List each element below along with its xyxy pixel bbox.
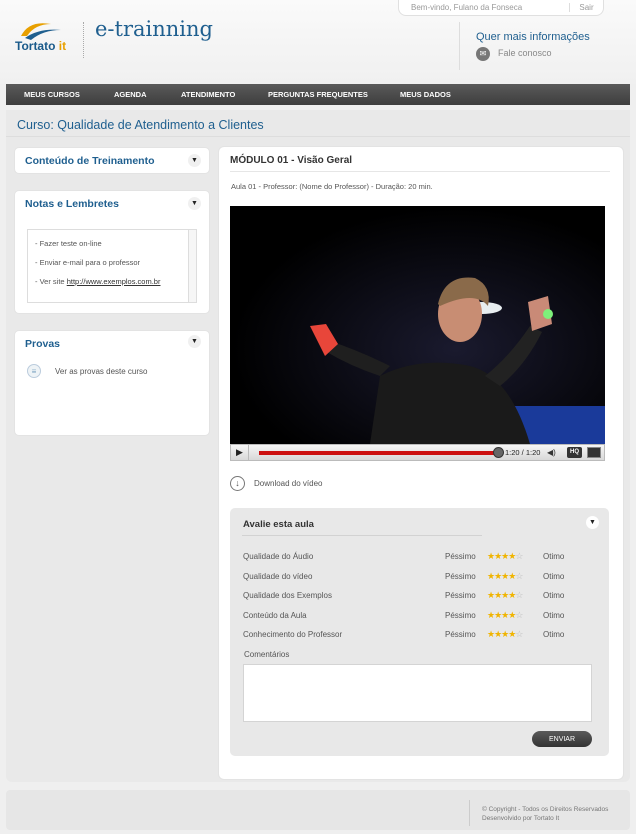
hq-button[interactable]: HQ bbox=[567, 447, 582, 458]
criterion-label: Qualidade do Áudio bbox=[243, 552, 314, 561]
rating-row: Qualidade do vídeo Péssimo ★★★★☆ Otimo bbox=[243, 571, 603, 584]
info-divider bbox=[459, 22, 460, 70]
time-display: 1:20 / 1:20 bbox=[505, 448, 541, 457]
nav-item-meus-cursos[interactable]: MEUS CURSOS bbox=[24, 90, 80, 99]
star-icon[interactable]: ☆ bbox=[515, 590, 523, 600]
exams-title: Provas bbox=[25, 338, 61, 350]
send-button[interactable]: ENVIAR bbox=[532, 731, 592, 747]
seek-handle[interactable] bbox=[493, 447, 504, 458]
low-label: Péssimo bbox=[445, 591, 476, 600]
high-label: Otimo bbox=[543, 630, 565, 639]
seek-progress bbox=[259, 451, 499, 455]
course-divider bbox=[6, 136, 630, 137]
criterion-label: Conteúdo da Aula bbox=[243, 611, 307, 620]
rating-divider bbox=[242, 535, 482, 536]
nav-item-perguntas-frequentes[interactable]: PERGUNTAS FREQUENTES bbox=[268, 90, 368, 99]
copyright: © Copyright - Todos os Direitos Reservad… bbox=[482, 806, 609, 813]
video-frame[interactable] bbox=[230, 206, 605, 444]
comments-field[interactable] bbox=[243, 664, 592, 722]
notes-title: Notas e Lembretes bbox=[25, 198, 119, 210]
video-controls: ▶ 1:20 / 1:20 ◀) HQ bbox=[230, 444, 605, 461]
note-site-prefix: - Ver site bbox=[35, 277, 65, 286]
volume-icon[interactable]: ◀) bbox=[547, 448, 556, 457]
star-rating[interactable]: ★★★★☆ bbox=[487, 590, 523, 601]
high-label: Otimo bbox=[543, 591, 565, 600]
rating-row: Conteúdo da Aula Péssimo ★★★★☆ Otimo bbox=[243, 610, 603, 623]
rating-chevron-down-icon[interactable]: ▼ bbox=[586, 516, 599, 529]
download-label[interactable]: Download do vídeo bbox=[254, 479, 323, 488]
high-label: Otimo bbox=[543, 572, 565, 581]
welcome-text: Bem-vindo, Fulano da Fonseca bbox=[411, 3, 523, 12]
exit-link[interactable]: Sair bbox=[569, 3, 603, 12]
criterion-label: Qualidade dos Exemplos bbox=[243, 591, 332, 600]
exams-link[interactable]: Ver as provas deste curso bbox=[55, 367, 148, 376]
footer-text: © Copyright - Todos os Direitos Reservad… bbox=[482, 805, 608, 823]
nav-item-meus-dados[interactable]: MEUS DADOS bbox=[400, 90, 451, 99]
star-icon[interactable]: ☆ bbox=[515, 629, 523, 639]
logo[interactable]: Tortato it bbox=[15, 18, 75, 58]
star-icon[interactable]: ☆ bbox=[515, 610, 523, 620]
star-rating[interactable]: ★★★★☆ bbox=[487, 610, 523, 621]
star-icon[interactable]: ☆ bbox=[515, 571, 523, 581]
exams-chevron-down-icon[interactable]: ▼ bbox=[188, 335, 201, 348]
footer-divider bbox=[469, 800, 470, 826]
criterion-label: Conhecimento do Professor bbox=[243, 630, 343, 639]
star-rating[interactable]: ★★★★☆ bbox=[487, 571, 523, 582]
play-icon[interactable]: ▶ bbox=[231, 445, 249, 460]
training-chevron-down-icon[interactable]: ▼ bbox=[188, 154, 201, 167]
nav-item-agenda[interactable]: AGENDA bbox=[114, 90, 147, 99]
lesson-info: Aula 01 - Professor: (Nome do Professor)… bbox=[231, 182, 433, 191]
rating-row: Qualidade dos Exemplos Péssimo ★★★★☆ Oti… bbox=[243, 590, 603, 603]
rating-title: Avalie esta aula bbox=[243, 519, 314, 530]
criterion-label: Qualidade do vídeo bbox=[243, 572, 313, 581]
logo-text: Tortato bbox=[15, 39, 56, 53]
mail-icon[interactable]: ✉ bbox=[476, 47, 490, 61]
contact-link[interactable]: Fale conosco bbox=[498, 48, 552, 58]
rating-row: Conhecimento do Professor Péssimo ★★★★☆ … bbox=[243, 629, 603, 642]
rating-row: Qualidade do Áudio Péssimo ★★★★☆ Otimo bbox=[243, 551, 603, 564]
comments-label: Comentários bbox=[244, 650, 290, 659]
download-icon[interactable]: ↓ bbox=[230, 476, 245, 491]
module-divider bbox=[230, 171, 610, 172]
download-row[interactable]: ↓ Download do vídeo bbox=[230, 476, 323, 491]
note-item: - Fazer teste on-line bbox=[35, 239, 102, 248]
low-label: Péssimo bbox=[445, 552, 476, 561]
document-icon: ≡ bbox=[27, 364, 41, 378]
notes-list[interactable]: - Fazer teste on-line - Enviar e-mail pa… bbox=[27, 229, 197, 303]
seek-bar[interactable] bbox=[259, 451, 499, 455]
training-title[interactable]: Conteúdo de Treinamento bbox=[25, 155, 155, 167]
logo-divider bbox=[83, 22, 84, 58]
notes-chevron-down-icon[interactable]: ▼ bbox=[188, 197, 201, 210]
high-label: Otimo bbox=[543, 611, 565, 620]
site-link[interactable]: http://www.exemplos.com.br bbox=[67, 277, 161, 286]
module-title: MÓDULO 01 - Visão Geral bbox=[230, 155, 353, 166]
low-label: Péssimo bbox=[445, 611, 476, 620]
star-rating[interactable]: ★★★★☆ bbox=[487, 629, 523, 640]
top-links: Bem-vindo, Fulano da Fonseca Sair bbox=[398, 0, 604, 16]
nav-item-atendimento[interactable]: ATENDIMENTO bbox=[181, 90, 235, 99]
main-nav: MEUS CURSOS AGENDA ATENDIMENTO PERGUNTAS… bbox=[6, 84, 630, 105]
page: Bem-vindo, Fulano da Fonseca Sair Tortat… bbox=[0, 0, 636, 834]
video-speaker-image bbox=[310, 277, 605, 444]
low-label: Péssimo bbox=[445, 572, 476, 581]
logo-suffix: it bbox=[58, 39, 67, 53]
developer-credit: Desenvolvido por Tortato It bbox=[482, 815, 560, 822]
star-rating[interactable]: ★★★★☆ bbox=[487, 551, 523, 562]
low-label: Péssimo bbox=[445, 630, 476, 639]
notes-scrollbar[interactable] bbox=[188, 230, 196, 302]
note-item: - Ver site http://www.exemplos.com.br bbox=[35, 277, 160, 286]
course-title: Curso: Qualidade de Atendimento a Client… bbox=[17, 118, 264, 132]
fullscreen-icon[interactable] bbox=[587, 447, 601, 458]
brand-title: e-trainning bbox=[95, 17, 213, 41]
star-icon[interactable]: ☆ bbox=[515, 551, 523, 561]
info-title: Quer mais informações bbox=[476, 31, 590, 43]
high-label: Otimo bbox=[543, 552, 565, 561]
note-item: - Enviar e-mail para o professor bbox=[35, 258, 141, 267]
